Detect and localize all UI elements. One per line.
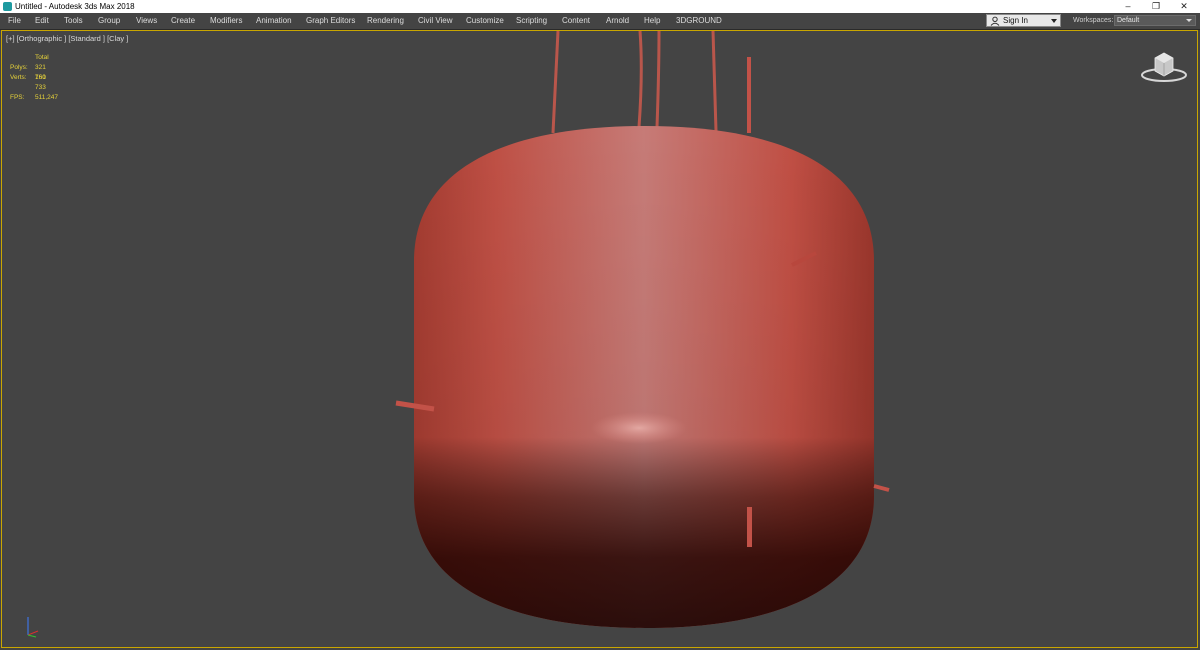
cable: [711, 31, 718, 132]
cable: [655, 31, 661, 128]
nozzle-right-lower: [873, 484, 890, 492]
viewport-orthographic[interactable]: [+] [Orthographic ] [Standard ] [Clay ] …: [1, 30, 1198, 648]
menu-animation[interactable]: Animation: [256, 13, 292, 29]
stats-header: Total: [35, 54, 49, 61]
minimize-button[interactable]: –: [1114, 0, 1142, 13]
menu-modifiers[interactable]: Modifiers: [210, 13, 242, 29]
scene-render: [27, 31, 890, 638]
cable: [551, 31, 560, 134]
viewcube-icon[interactable]: [1138, 49, 1190, 85]
chevron-down-icon: [1051, 19, 1057, 23]
stats-polys-label: Polys:: [10, 64, 28, 71]
nozzle-top: [747, 57, 751, 133]
menu-scripting[interactable]: Scripting: [516, 13, 547, 29]
menu-create[interactable]: Create: [171, 13, 195, 29]
stats-verts-value: 161 733: [35, 74, 46, 91]
3dsmax-app-icon: [3, 2, 12, 11]
stats-verts-label: Verts:: [10, 74, 27, 81]
workspaces-select[interactable]: Default: [1114, 15, 1196, 26]
menu-rendering[interactable]: Rendering: [367, 13, 404, 29]
workspaces-value: Default: [1117, 17, 1140, 24]
stats-fps-value: 511,247: [35, 94, 59, 101]
title-bar: Untitled - Autodesk 3ds Max 2018 – ❐ ✕: [0, 0, 1200, 13]
menu-file[interactable]: File: [8, 13, 21, 29]
sign-in-label: Sign In: [1003, 16, 1028, 25]
viewport-label-menu[interactable]: [+] [Orthographic ] [Standard ] [Clay ]: [6, 34, 128, 44]
nozzle-bottom: [747, 507, 752, 547]
menu-3dground[interactable]: 3DGROUND: [676, 13, 722, 29]
axis-tripod-icon: [27, 617, 39, 638]
menu-help[interactable]: Help: [644, 13, 660, 29]
sign-in-dropdown[interactable]: Sign In: [986, 14, 1061, 27]
window-title: Untitled - Autodesk 3ds Max 2018: [15, 2, 135, 11]
menu-edit[interactable]: Edit: [35, 13, 49, 29]
menu-arnold[interactable]: Arnold: [606, 13, 629, 29]
user-icon: [990, 16, 1000, 26]
menu-customize[interactable]: Customize: [466, 13, 504, 29]
restore-button[interactable]: ❐: [1142, 0, 1170, 13]
chevron-down-icon: [1186, 19, 1192, 22]
menu-civil-view[interactable]: Civil View: [418, 13, 453, 29]
menu-views[interactable]: Views: [136, 13, 157, 29]
workspaces-label: Workspaces:: [1073, 17, 1114, 24]
menu-content[interactable]: Content: [562, 13, 590, 29]
stats-fps-label: FPS:: [10, 94, 25, 101]
menu-group[interactable]: Group: [98, 13, 120, 29]
cable: [637, 31, 643, 128]
close-button[interactable]: ✕: [1170, 0, 1198, 13]
menu-graph-editors[interactable]: Graph Editors: [306, 13, 355, 29]
menu-tools[interactable]: Tools: [64, 13, 83, 29]
